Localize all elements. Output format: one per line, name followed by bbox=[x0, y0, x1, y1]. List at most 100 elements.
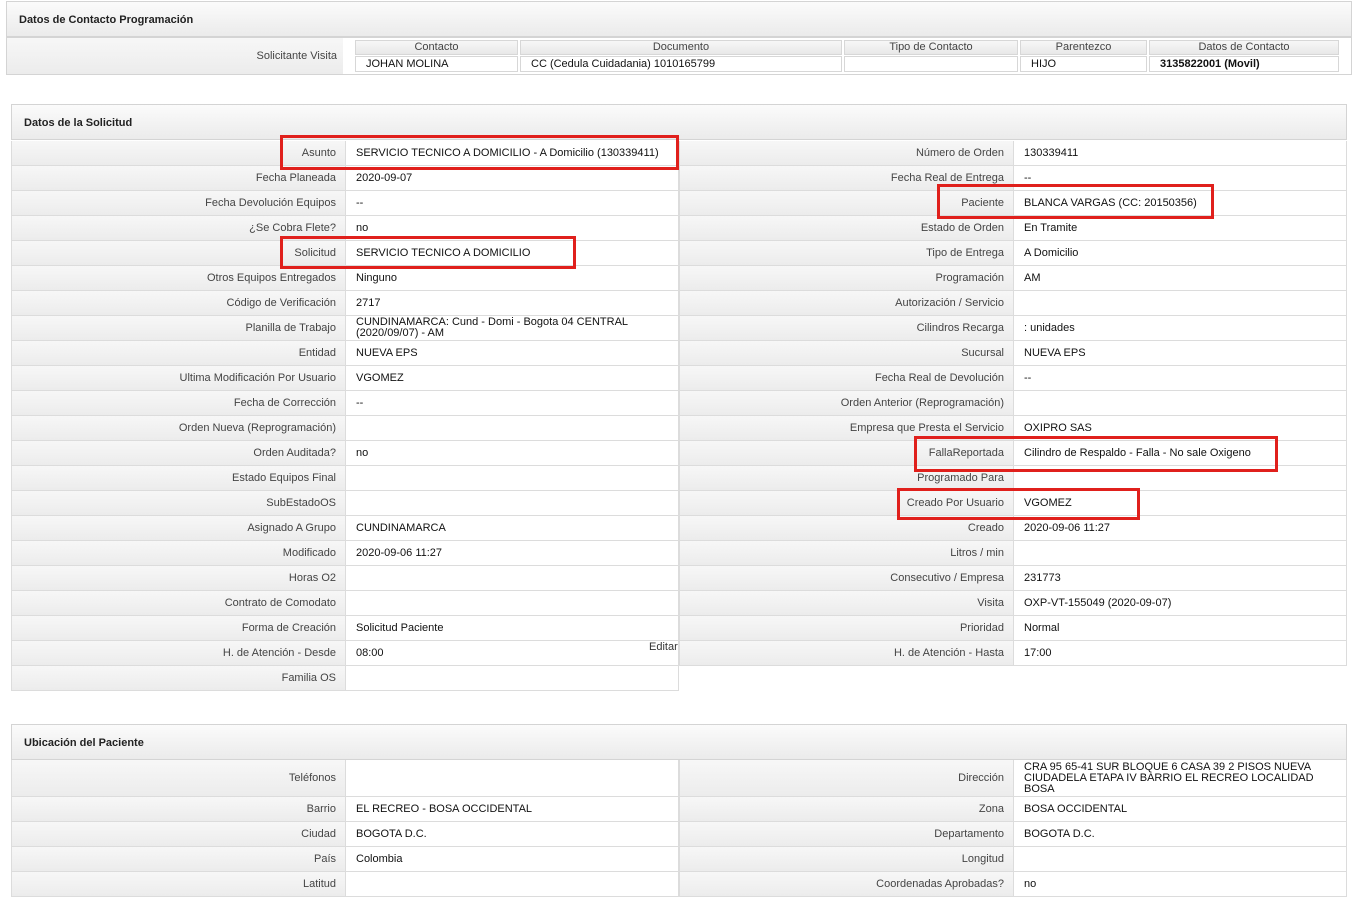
value-numero-de-orden: 130339411 bbox=[1013, 141, 1347, 166]
value-fecha-real-de-entrega: -- bbox=[1013, 166, 1347, 191]
solicitud-right-row-orden-anterior-reprogramacion: Orden Anterior (Reprogramación) bbox=[679, 391, 1347, 416]
value-orden-auditada: no bbox=[345, 441, 679, 466]
solicitud-right-row-autorizacion-servicio: Autorización / Servicio bbox=[679, 291, 1347, 316]
contact-cell-parentezco: HIJO bbox=[1020, 56, 1147, 72]
label-creado: Creado bbox=[679, 516, 1013, 541]
value-asunto: SERVICIO TECNICO A DOMICILIO - A Domicil… bbox=[345, 141, 679, 166]
contact-table: Solicitante Visita Contacto Documento Ti… bbox=[6, 37, 1352, 75]
value-consecutivo-empresa: 231773 bbox=[1013, 566, 1347, 591]
label-asignado-a-grupo: Asignado A Grupo bbox=[11, 516, 345, 541]
ubicacion-left-row-telefonos: Teléfonos bbox=[11, 760, 679, 797]
contact-header-tipo: Tipo de Contacto bbox=[844, 40, 1018, 55]
solicitante-visita-label: Solicitante Visita bbox=[7, 38, 343, 74]
ubicacion-left-row-ciudad: Ciudad BOGOTA D.C. bbox=[11, 822, 679, 847]
label-latitud: Latitud bbox=[11, 872, 345, 897]
value-h-de-atencion-hasta: 17:00 bbox=[1013, 641, 1347, 666]
label-orden-auditada: Orden Auditada? bbox=[11, 441, 345, 466]
value-fecha-devolucion-equipos: -- bbox=[345, 191, 679, 216]
label-fecha-real-de-devolucion: Fecha Real de Devolución bbox=[679, 366, 1013, 391]
label-orden-nueva-reprogramacion: Orden Nueva (Reprogramación) bbox=[11, 416, 345, 441]
contact-section-title: Datos de Contacto Programación bbox=[19, 14, 194, 26]
label-coordenadas-aprobadas: Coordenadas Aprobadas? bbox=[679, 872, 1013, 897]
label-tipo-de-entrega: Tipo de Entrega bbox=[679, 241, 1013, 266]
label-consecutivo-empresa: Consecutivo / Empresa bbox=[679, 566, 1013, 591]
value-prioridad: Normal bbox=[1013, 616, 1347, 641]
label-contrato-de-comodato: Contrato de Comodato bbox=[11, 591, 345, 616]
solicitud-right-row-visita: Visita OXP-VT-155049 (2020-09-07) bbox=[679, 591, 1347, 616]
solicitud-left-row-horas-o2: Horas O2 bbox=[11, 566, 679, 591]
label-asunto: Asunto bbox=[11, 141, 345, 166]
value-ciudad: BOGOTA D.C. bbox=[345, 822, 679, 847]
value-latitud bbox=[345, 872, 679, 897]
value-forma-de-creacion: Solicitud Paciente bbox=[345, 616, 679, 641]
solicitud-left-row-fecha-de-correccion: Fecha de Corrección -- bbox=[11, 391, 679, 416]
label-modificado: Modificado bbox=[11, 541, 345, 566]
value-fecha-planeada: 2020-09-07 bbox=[345, 166, 679, 191]
solicitud-left-row-contrato-de-comodato: Contrato de Comodato bbox=[11, 591, 679, 616]
label-horas-o2: Horas O2 bbox=[11, 566, 345, 591]
solicitud-right-row-paciente: Paciente BLANCA VARGAS (CC: 20150356) bbox=[679, 191, 1347, 216]
contact-header-parentezco: Parentezco bbox=[1020, 40, 1147, 55]
solicitud-left-row-h-de-atencion-desde: H. de Atención - Desde 08:00 bbox=[11, 641, 679, 666]
solicitud-left-row-ultima-modificacion-por-usuario: Ultima Modificación Por Usuario VGOMEZ bbox=[11, 366, 679, 391]
label-zona: Zona bbox=[679, 797, 1013, 822]
label-planilla-de-trabajo: Planilla de Trabajo bbox=[11, 316, 345, 341]
solicitud-right-row-creado: Creado 2020-09-06 11:27 bbox=[679, 516, 1347, 541]
solicitud-right-row-estado-de-orden: Estado de Orden En Tramite bbox=[679, 216, 1347, 241]
editar-link[interactable]: Editar bbox=[649, 641, 678, 653]
value-codigo-de-verificacion: 2717 bbox=[345, 291, 679, 316]
value-sucursal: NUEVA EPS bbox=[1013, 341, 1347, 366]
value-empresa-que-presta-el-servicio: OXIPRO SAS bbox=[1013, 416, 1347, 441]
label-solicitud: Solicitud bbox=[11, 241, 345, 266]
solicitud-left-row-solicitud: Solicitud SERVICIO TECNICO A DOMICILIO bbox=[11, 241, 679, 266]
label-orden-anterior-reprogramacion: Orden Anterior (Reprogramación) bbox=[679, 391, 1013, 416]
value-solicitud: SERVICIO TECNICO A DOMICILIO bbox=[345, 241, 679, 266]
value-contrato-de-comodato bbox=[345, 591, 679, 616]
solicitud-section-title: Datos de la Solicitud bbox=[24, 117, 133, 129]
value-orden-nueva-reprogramacion bbox=[345, 416, 679, 441]
value-entidad: NUEVA EPS bbox=[345, 341, 679, 366]
ubicacion-right-row-longitud: Longitud bbox=[679, 847, 1347, 872]
label-se-cobra-flete: ¿Se Cobra Flete? bbox=[11, 216, 345, 241]
value-creado: 2020-09-06 11:27 bbox=[1013, 516, 1347, 541]
solicitud-left-row-otros-equipos-entregados: Otros Equipos Entregados Ninguno bbox=[11, 266, 679, 291]
label-fecha-real-de-entrega: Fecha Real de Entrega bbox=[679, 166, 1013, 191]
value-departamento: BOGOTA D.C. bbox=[1013, 822, 1347, 847]
solicitud-left-row-subestadoos: SubEstadoOS bbox=[11, 491, 679, 516]
label-departamento: Departamento bbox=[679, 822, 1013, 847]
label-estado-de-orden: Estado de Orden bbox=[679, 216, 1013, 241]
value-cilindros-recarga: : unidades bbox=[1013, 316, 1347, 341]
value-direccion: CRA 95 65-41 SUR BLOQUE 6 CASA 39 2 PISO… bbox=[1013, 760, 1347, 797]
label-fallareportada: FallaReportada bbox=[679, 441, 1013, 466]
solicitud-left-row-familia-os: Familia OS bbox=[11, 666, 679, 691]
solicitud-left-row-asunto: Asunto SERVICIO TECNICO A DOMICILIO - A D… bbox=[11, 141, 679, 166]
label-cilindros-recarga: Cilindros Recarga bbox=[679, 316, 1013, 341]
solicitud-left-row-orden-auditada: Orden Auditada? no bbox=[11, 441, 679, 466]
label-subestadoos: SubEstadoOS bbox=[11, 491, 345, 516]
value-estado-de-orden: En Tramite bbox=[1013, 216, 1347, 241]
solicitud-right-row-fallareportada: FallaReportada Cilindro de Respaldo - Fal… bbox=[679, 441, 1347, 466]
value-barrio: EL RECREO - BOSA OCCIDENTAL bbox=[345, 797, 679, 822]
solicitud-right-row-sucursal: Sucursal NUEVA EPS bbox=[679, 341, 1347, 366]
solicitud-right-row-consecutivo-empresa: Consecutivo / Empresa 231773 bbox=[679, 566, 1347, 591]
contact-section-header: Datos de Contacto Programación bbox=[6, 1, 1352, 37]
label-estado-equipos-final: Estado Equipos Final bbox=[11, 466, 345, 491]
ubicacion-right-row-zona: Zona BOSA OCCIDENTAL bbox=[679, 797, 1347, 822]
value-otros-equipos-entregados: Ninguno bbox=[345, 266, 679, 291]
label-telefonos: Teléfonos bbox=[11, 760, 345, 797]
value-visita: OXP-VT-155049 (2020-09-07) bbox=[1013, 591, 1347, 616]
value-modificado: 2020-09-06 11:27 bbox=[345, 541, 679, 566]
solicitud-left-row-forma-de-creacion: Forma de Creación Solicitud Paciente bbox=[11, 616, 679, 641]
value-telefonos bbox=[345, 760, 679, 797]
solicitud-right-row-programacion: Programación AM bbox=[679, 266, 1347, 291]
solicitud-right-row-prioridad: Prioridad Normal bbox=[679, 616, 1347, 641]
contact-cell-tipo bbox=[844, 56, 1018, 72]
solicitud-right-row-programado-para: Programado Para bbox=[679, 466, 1347, 491]
value-programacion: AM bbox=[1013, 266, 1347, 291]
label-h-de-atencion-hasta: H. de Atención - Hasta bbox=[679, 641, 1013, 666]
value-longitud bbox=[1013, 847, 1347, 872]
label-longitud: Longitud bbox=[679, 847, 1013, 872]
value-asignado-a-grupo: CUNDINAMARCA bbox=[345, 516, 679, 541]
label-autorizacion-servicio: Autorización / Servicio bbox=[679, 291, 1013, 316]
solicitud-left-row-asignado-a-grupo: Asignado A Grupo CUNDINAMARCA bbox=[11, 516, 679, 541]
